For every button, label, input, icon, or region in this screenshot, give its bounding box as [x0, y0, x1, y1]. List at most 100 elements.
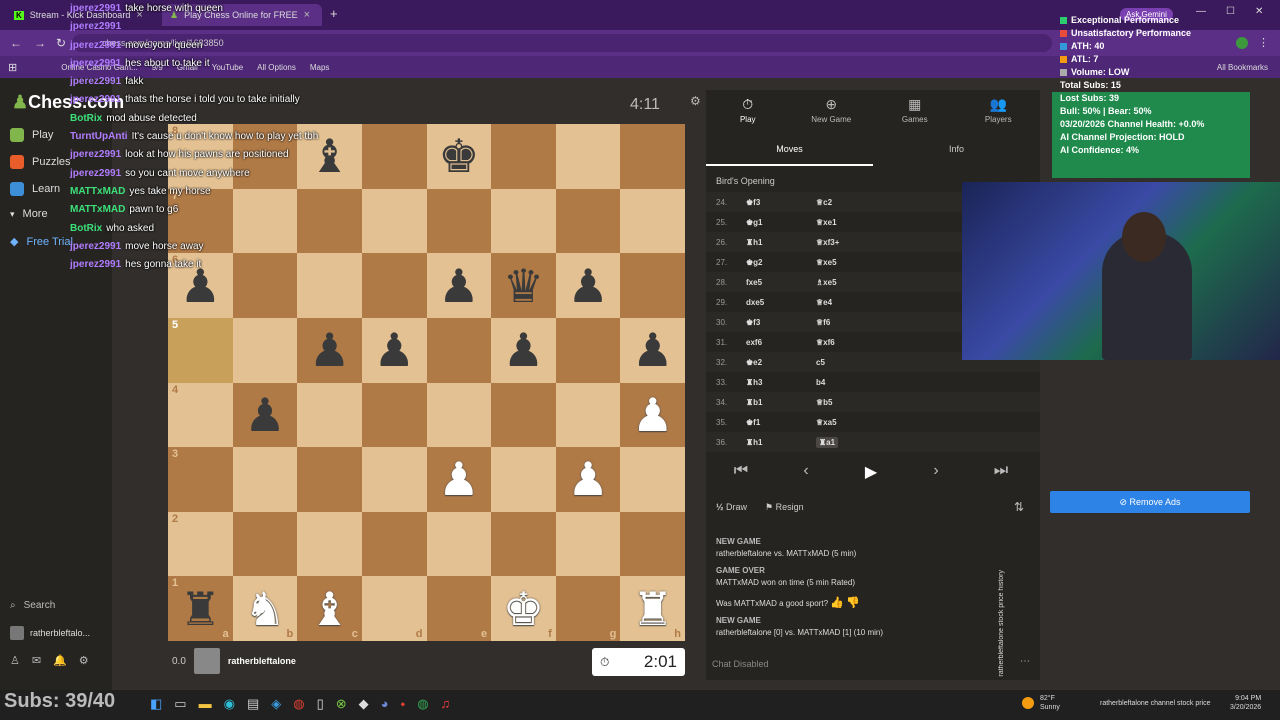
black-move[interactable]: ♜a1 — [816, 436, 886, 448]
board-square-f2[interactable] — [491, 511, 556, 577]
more-icon[interactable]: ⋯ — [1020, 656, 1030, 667]
music-icon[interactable]: ♫ — [441, 696, 451, 712]
play-move-icon[interactable]: ▶ — [846, 462, 896, 482]
black-pawn-icon[interactable]: ♟ — [438, 263, 479, 309]
chrome-active-icon[interactable]: ◍ — [417, 696, 428, 712]
edge-icon[interactable]: ◉ — [224, 696, 235, 712]
chrome-icon[interactable]: ◍ — [293, 696, 304, 712]
board-square-a5[interactable]: 5 — [168, 317, 233, 383]
black-queen-icon[interactable]: ♛ — [503, 263, 544, 309]
black-move[interactable]: ♕xe1 — [816, 218, 886, 227]
board-square-e7[interactable] — [426, 188, 492, 254]
black-move[interactable]: ♕xa5 — [816, 418, 886, 427]
close-window-icon[interactable]: ✕ — [1255, 6, 1263, 17]
white-move[interactable]: ♚f3 — [746, 318, 816, 327]
white-rook-icon[interactable]: ♜ — [632, 586, 673, 632]
tab-new-game[interactable]: ⊕ New Game — [790, 94, 874, 134]
resign-button[interactable]: ⚑ Resign — [765, 502, 804, 513]
black-pawn-icon[interactable]: ♟ — [632, 327, 673, 373]
app-icon[interactable]: ◈ — [271, 696, 281, 712]
discord-icon[interactable]: ◕ — [381, 696, 389, 712]
board-square-d6[interactable] — [361, 253, 427, 318]
board-square-h4[interactable]: ♟ — [620, 382, 685, 448]
black-pawn-icon[interactable]: ♟ — [503, 327, 544, 373]
draw-button[interactable]: ½ Draw — [716, 502, 747, 513]
board-square-d7[interactable] — [361, 188, 427, 254]
tab-play[interactable]: ⏱ Play — [706, 94, 790, 134]
nav-learn[interactable]: Learn — [10, 182, 60, 196]
board-square-g7[interactable] — [555, 188, 621, 254]
board-square-h3[interactable] — [620, 447, 685, 512]
board-square-c3[interactable] — [297, 447, 362, 512]
board-square-g5[interactable] — [555, 317, 621, 383]
white-pawn-icon[interactable]: ♟ — [438, 456, 479, 502]
document-icon[interactable]: ▯ — [317, 696, 324, 712]
board-square-f8[interactable] — [491, 124, 556, 189]
weather[interactable]: 82°F Sunny — [1040, 694, 1060, 712]
white-move[interactable]: ♚g1 — [746, 218, 816, 227]
black-pawn-icon[interactable]: ♟ — [374, 327, 415, 373]
board-square-a1[interactable]: 1 a ♜ — [168, 576, 233, 641]
black-king-icon[interactable]: ♚ — [438, 133, 479, 179]
friends-icon[interactable]: ♙ — [10, 654, 20, 667]
white-move[interactable]: ♚g2 — [746, 258, 816, 267]
black-move[interactable]: ♕f6 — [816, 318, 886, 327]
tab-info[interactable]: Info — [873, 140, 1040, 166]
mail-icon[interactable]: ✉ — [32, 654, 41, 667]
black-move[interactable]: ♕b5 — [816, 398, 886, 407]
white-move[interactable]: ♜h1 — [746, 438, 816, 447]
first-move-icon[interactable]: ⏮ — [716, 462, 766, 482]
board-square-f6[interactable]: ♛ — [491, 253, 556, 318]
tab-games[interactable]: ▦ Games — [873, 94, 957, 134]
prev-move-icon[interactable]: ‹ — [781, 462, 831, 482]
board-square-d1[interactable]: d — [361, 576, 427, 641]
board-square-g2[interactable] — [555, 511, 621, 577]
thumbs-down-icon[interactable]: 👎 — [846, 597, 860, 609]
black-move[interactable]: ♗xe5 — [816, 278, 886, 287]
board-square-c2[interactable] — [297, 511, 362, 577]
white-move[interactable]: ♜h1 — [746, 238, 816, 247]
back-icon[interactable]: ← — [10, 36, 22, 50]
black-pawn-icon[interactable]: ♟ — [309, 327, 350, 373]
menu-icon[interactable]: ⋮ — [1258, 36, 1269, 49]
white-move[interactable]: ♚e2 — [746, 358, 816, 367]
board-square-e2[interactable] — [426, 511, 492, 577]
board-square-g3[interactable]: ♟ — [555, 447, 621, 512]
nav-user[interactable]: ratherbleftalo... — [10, 626, 90, 640]
nav-more[interactable]: ▾ More — [10, 208, 48, 220]
maps-icon[interactable]: ⬩ — [401, 696, 406, 712]
black-move[interactable]: ♕xf6 — [816, 338, 886, 347]
last-move-icon[interactable]: ⏭ — [976, 462, 1026, 482]
board-square-a2[interactable]: 2 — [168, 511, 233, 577]
next-move-icon[interactable]: › — [911, 462, 961, 482]
board-square-b3[interactable] — [232, 447, 298, 512]
white-pawn-icon[interactable]: ♟ — [567, 456, 608, 502]
board-square-h8[interactable] — [620, 124, 685, 189]
black-move[interactable]: c5 — [816, 358, 886, 367]
board-square-e8[interactable]: ♚ — [426, 124, 492, 189]
nav-free-trial[interactable]: ◆ Free Trial — [10, 235, 73, 249]
game-icon[interactable]: ◆ — [359, 696, 369, 712]
board-square-d2[interactable] — [361, 511, 427, 577]
board-square-e6[interactable]: ♟ — [426, 253, 492, 318]
black-move[interactable]: ♕xf3+ — [816, 238, 886, 247]
new-tab-icon[interactable]: + — [330, 6, 338, 21]
board-square-f1[interactable]: f ♚ — [491, 576, 556, 641]
white-move[interactable]: dxe5 — [746, 298, 816, 307]
nav-search[interactable]: ⌕ Search — [10, 600, 55, 611]
thumbs-up-icon[interactable]: 👍 — [830, 597, 844, 609]
board-square-h1[interactable]: h ♜ — [620, 576, 685, 641]
black-rook-icon[interactable]: ♜ — [180, 586, 221, 632]
board-square-c4[interactable] — [297, 382, 362, 448]
board-square-d3[interactable] — [361, 447, 427, 512]
board-square-g1[interactable]: g — [555, 576, 621, 641]
white-pawn-icon[interactable]: ♟ — [632, 392, 673, 438]
apps-grid-icon[interactable]: ⊞ — [8, 61, 17, 74]
board-square-b5[interactable] — [232, 317, 298, 383]
bell-icon[interactable]: 🔔 — [53, 654, 67, 667]
board-square-h2[interactable] — [620, 511, 685, 577]
board-square-e3[interactable]: ♟ — [426, 447, 492, 512]
board-square-e5[interactable] — [426, 317, 492, 383]
board-square-d5[interactable]: ♟ — [361, 317, 427, 383]
tab-moves[interactable]: Moves — [706, 140, 873, 166]
